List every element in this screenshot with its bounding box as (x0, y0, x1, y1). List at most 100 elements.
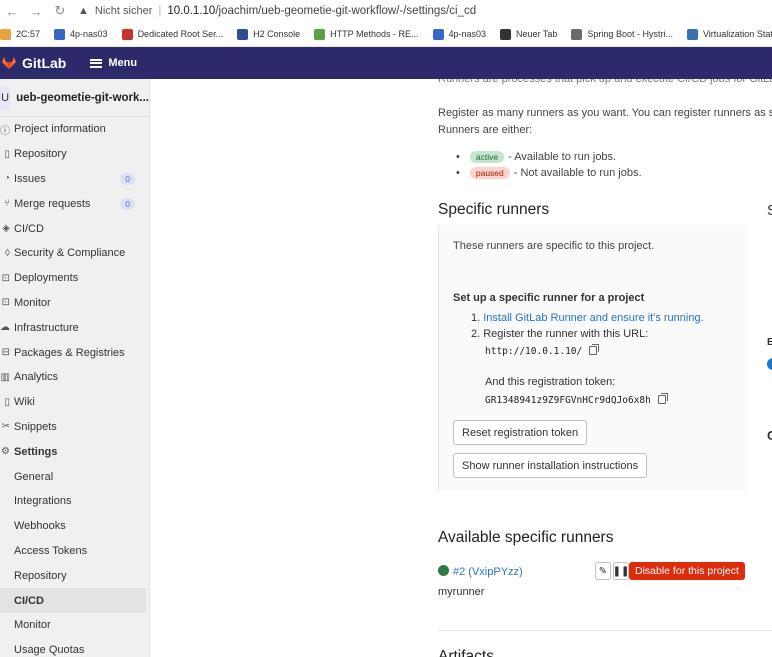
bookmark-item[interactable]: 4p-nas03 (432, 28, 486, 40)
pause-runner-button[interactable]: ❚❚ (613, 562, 629, 580)
sidebar-item-project-information[interactable]: ⓘ Project information (0, 117, 149, 142)
sidebar-item-snippets[interactable]: ✂ Snippets (0, 415, 149, 440)
sidebar-item-ci-cd[interactable]: ◈ CI/CD (0, 216, 149, 241)
reset-token-button[interactable]: Reset registration token (453, 420, 588, 445)
settings-subitem-ci-cd[interactable]: CI/CD (0, 588, 146, 613)
project-avatar: U (0, 85, 11, 110)
edit-runner-button[interactable]: ✎ (595, 562, 611, 580)
info-icon: ⓘ (0, 125, 10, 137)
artifacts-title: Artifacts (438, 648, 494, 657)
back-icon[interactable]: ← (0, 4, 24, 19)
right-column-text: C (767, 428, 772, 443)
settings-subitem-general[interactable]: General (0, 464, 149, 489)
right-column-text: E (767, 337, 772, 348)
disable-runner-button[interactable]: Disable for this project (629, 562, 745, 580)
sidebar-item-label: Settings (14, 445, 58, 458)
cloud-icon: ☁ (0, 322, 10, 334)
settings-subitem-access-tokens[interactable]: Access Tokens (0, 539, 149, 564)
settings-subitem-monitor[interactable]: Monitor (0, 613, 149, 638)
sidebar-item-monitor[interactable]: ⊡ Monitor (0, 291, 149, 316)
main-content: Runners are processes that pick up and e… (150, 79, 772, 657)
paused-badge: paused (469, 167, 510, 179)
setup-title: Set up a specific runner for a project (453, 292, 645, 304)
brand-name[interactable]: GitLab (22, 55, 66, 71)
intro-text: Runners are processes that pick up and e… (438, 79, 772, 85)
active-badge: active (469, 151, 505, 163)
bookmark-icon (432, 28, 444, 40)
sidebar-item-wiki[interactable]: ▯ Wiki (0, 390, 149, 415)
sidebar-item-infrastructure[interactable]: ☁ Infrastructure (0, 315, 149, 340)
gear-icon: ⚙ (1, 446, 10, 458)
url-separator: | (158, 5, 162, 17)
list-item: active- Available to run jobs. (438, 149, 772, 165)
list-item: paused- Not available to run jobs. (438, 165, 772, 181)
runner-url: http://10.0.1.10/ (485, 346, 583, 357)
book-icon: ▯ (4, 396, 10, 408)
settings-subitem-repository[interactable]: Repository (0, 563, 149, 588)
chart-icon: ▥ (0, 371, 10, 383)
sidebar-item-label: Monitor (14, 296, 51, 309)
sidebar-item-analytics[interactable]: ▥ Analytics (0, 365, 149, 390)
copy-token-icon[interactable] (657, 393, 668, 404)
count-badge: 0 (120, 197, 135, 210)
gitlab-top-bar: GitLab Menu (0, 47, 772, 79)
bookmark-item[interactable]: Dedicated Root Ser... (121, 28, 223, 40)
available-runners-title: Available specific runners (438, 529, 614, 546)
sidebar-item-settings[interactable]: ⚙ Settings (0, 439, 149, 464)
bookmark-item[interactable]: H2 Console (237, 28, 300, 40)
step-2: 2. Register the runner with this URL: (471, 328, 649, 340)
copy-url-icon[interactable] (589, 344, 600, 355)
section-divider (438, 630, 772, 631)
url-input[interactable]: 10.0.1.10/joachim/ueb-geometie-git-workf… (167, 5, 476, 17)
bookmark-item[interactable]: Virtualization Station (686, 28, 772, 40)
sidebar: U ueb-geometie-git-work... ⓘ Project info… (0, 79, 150, 657)
bookmark-icon (0, 28, 11, 40)
forward-icon[interactable]: → (24, 4, 48, 19)
runner-url-row: http://10.0.1.10/ (485, 344, 600, 357)
hamburger-icon (90, 58, 103, 68)
sidebar-item-label: Security & Compliance (14, 247, 126, 260)
insecure-label[interactable]: Nicht sicher (95, 5, 152, 17)
sidebar-item-label: Project information (14, 123, 106, 136)
reload-icon[interactable]: ↻ (48, 3, 72, 19)
rocket-icon: ◈ (2, 223, 10, 235)
project-name: ueb-geometie-git-work... (16, 91, 149, 104)
bookmark-item[interactable]: 4p-nas03 (54, 28, 108, 40)
bookmark-item[interactable]: Neuer Tab (500, 28, 557, 40)
settings-subitem-usage-quotas[interactable]: Usage Quotas (0, 638, 149, 657)
menu-button[interactable]: Menu (90, 57, 137, 69)
registration-token: GR1348941z9Z9FGVnHCr9dQJo6x8h (485, 395, 651, 406)
step-1: 1. Install GitLab Runner and ensure it's… (471, 312, 704, 324)
settings-subitem-integrations[interactable]: Integrations (0, 489, 149, 514)
sidebar-item-repository[interactable]: ▯ Repository (0, 142, 149, 167)
settings-subitem-webhooks[interactable]: Webhooks (0, 514, 149, 539)
merge-icon: ⑂ (4, 198, 10, 210)
sidebar-item-packages-registries[interactable]: ⊟ Packages & Registries (0, 340, 149, 365)
sidebar-item-merge-requests[interactable]: ⑂ Merge requests 0 (0, 191, 149, 216)
sidebar-item-label: CI/CD (14, 222, 44, 235)
show-instructions-button[interactable]: Show runner installation instructions (453, 453, 648, 478)
panel-intro: These runners are specific to this proje… (453, 240, 655, 252)
sidebar-item-security-compliance[interactable]: ◊ Security & Compliance (0, 241, 149, 266)
pencil-icon: ✎ (598, 565, 608, 577)
sidebar-project[interactable]: U ueb-geometie-git-work... (0, 79, 149, 117)
bookmark-item[interactable]: 2C:57 (0, 28, 40, 40)
pause-icon: ❚❚ (612, 565, 630, 577)
deploy-icon: ⊡ (1, 272, 10, 284)
bookmark-item[interactable]: HTTP Methods - RE... (314, 28, 419, 40)
gitlab-logo-icon[interactable] (2, 57, 16, 69)
bookmark-icon (314, 28, 326, 40)
sidebar-item-issues[interactable]: ◔ Issues 0 (0, 167, 149, 192)
bookmark-icon (237, 28, 249, 40)
sidebar-item-label: Repository (14, 148, 67, 161)
bookmark-item[interactable]: Spring Boot - Hystri... (571, 28, 673, 40)
sidebar-item-deployments[interactable]: ⊡ Deployments (0, 266, 149, 291)
sidebar-item-label: Analytics (14, 371, 59, 384)
right-column-heading: S (767, 202, 772, 219)
right-column-indicator (767, 358, 772, 370)
count-badge: 0 (120, 172, 135, 185)
sidebar-item-label: Issues (14, 172, 46, 185)
warning-icon[interactable]: ▲ (78, 5, 89, 17)
specific-runners-panel: These runners are specific to this proje… (438, 225, 748, 491)
install-runner-link[interactable]: Install GitLab Runner and ensure it's ru… (483, 312, 703, 324)
